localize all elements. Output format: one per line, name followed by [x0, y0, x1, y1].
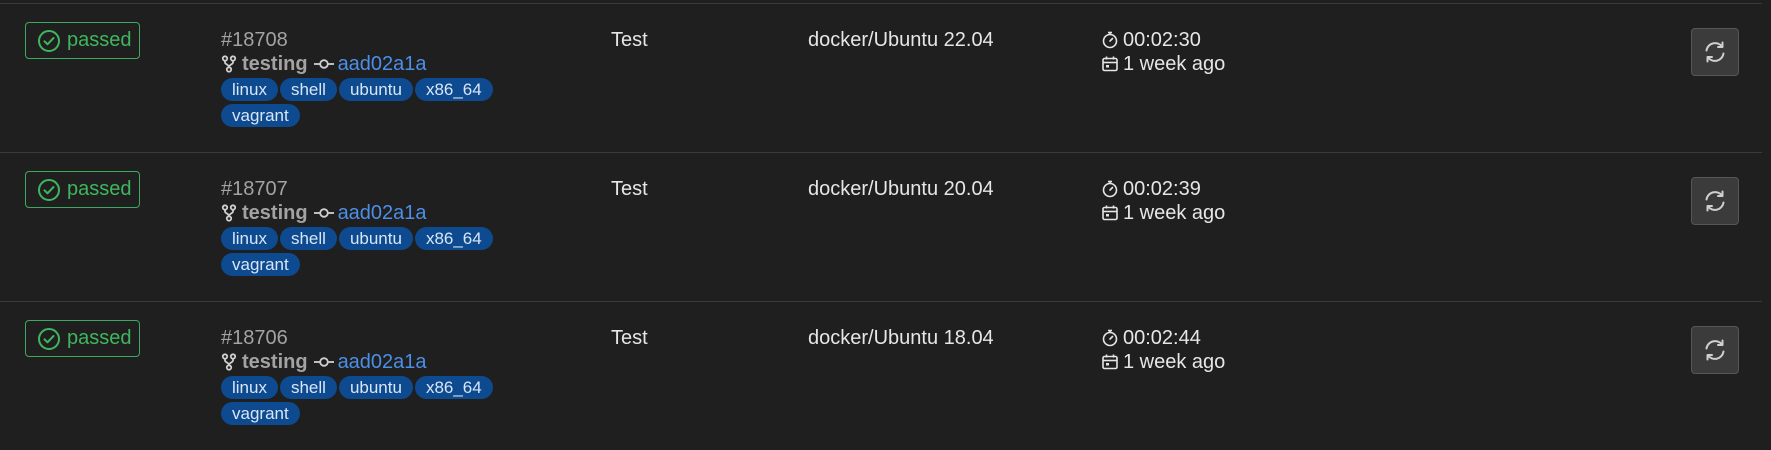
- commit-icon: [313, 59, 334, 69]
- timer-icon: [1102, 180, 1118, 198]
- job-info: #18708 testing aad02a1a linux shell ubun…: [221, 28, 581, 127]
- stage-name: Test: [611, 178, 648, 200]
- tag-list: linux shell ubuntu x86_64 vagrant: [221, 78, 511, 127]
- branch-link[interactable]: testing: [242, 201, 308, 225]
- job-name: docker/Ubuntu 22.04: [808, 29, 994, 51]
- calendar-icon: [1102, 205, 1118, 221]
- duration-value: 00:02:44: [1123, 327, 1201, 349]
- job-name: docker/Ubuntu 18.04: [808, 327, 994, 349]
- retry-button[interactable]: [1691, 28, 1739, 76]
- table-row: passed #18707 testing aad02a1a linux she…: [0, 153, 1762, 302]
- tag-badge: ubuntu: [338, 78, 413, 101]
- branch-icon: [221, 204, 237, 222]
- tag-badge: shell: [279, 376, 337, 399]
- tag-badge: linux: [221, 78, 278, 101]
- check-circle-icon: [38, 327, 60, 350]
- timing: 00:02:30 1 week ago: [1101, 28, 1225, 76]
- finished-value: 1 week ago: [1123, 351, 1226, 373]
- timing: 00:02:39 1 week ago: [1101, 177, 1225, 225]
- tag-list: linux shell ubuntu x86_64 vagrant: [221, 376, 511, 425]
- status-label: passed: [67, 29, 132, 51]
- tag-badge: x86_64: [414, 227, 493, 250]
- jobs-table: passed #18708 testing aad02a1a linux she…: [0, 4, 1762, 450]
- tag-list: linux shell ubuntu x86_64 vagrant: [221, 227, 511, 276]
- tag-badge: shell: [279, 78, 337, 101]
- timer-icon: [1102, 329, 1118, 347]
- tag-badge: vagrant: [221, 402, 300, 425]
- timing: 00:02:44 1 week ago: [1101, 326, 1225, 374]
- calendar-icon: [1102, 354, 1118, 370]
- table-row: passed #18708 testing aad02a1a linux she…: [0, 4, 1762, 153]
- status-label: passed: [67, 178, 132, 200]
- branch-icon: [221, 55, 237, 73]
- duration: 00:02:44: [1101, 326, 1225, 350]
- finished-value: 1 week ago: [1123, 202, 1226, 224]
- check-circle-icon: [38, 29, 60, 52]
- finished-at: 1 week ago: [1101, 350, 1225, 374]
- duration: 00:02:39: [1101, 177, 1225, 201]
- commit-link[interactable]: aad02a1a: [338, 52, 427, 76]
- calendar-icon: [1102, 56, 1118, 72]
- duration-value: 00:02:30: [1123, 29, 1201, 51]
- finished-at: 1 week ago: [1101, 201, 1225, 225]
- job-id-link[interactable]: #18708: [221, 28, 581, 52]
- status-badge[interactable]: passed: [25, 171, 140, 208]
- tag-badge: ubuntu: [338, 227, 413, 250]
- status-label: passed: [67, 327, 132, 349]
- retry-icon: [1705, 339, 1725, 361]
- retry-icon: [1705, 41, 1725, 63]
- ref-line: testing aad02a1a: [221, 201, 581, 225]
- timer-icon: [1102, 31, 1118, 49]
- commit-icon: [313, 357, 334, 367]
- commit-link[interactable]: aad02a1a: [338, 350, 427, 374]
- finished-at: 1 week ago: [1101, 52, 1225, 76]
- tag-badge: linux: [221, 227, 278, 250]
- tag-badge: x86_64: [414, 376, 493, 399]
- ref-line: testing aad02a1a: [221, 52, 581, 76]
- branch-icon: [221, 353, 237, 371]
- branch-link[interactable]: testing: [242, 52, 308, 76]
- status-badge[interactable]: passed: [25, 22, 140, 59]
- retry-button[interactable]: [1691, 177, 1739, 225]
- duration: 00:02:30: [1101, 28, 1225, 52]
- stage-name: Test: [611, 29, 648, 51]
- status-badge[interactable]: passed: [25, 320, 140, 357]
- tag-badge: vagrant: [221, 104, 300, 127]
- job-name: docker/Ubuntu 20.04: [808, 178, 994, 200]
- tag-badge: ubuntu: [338, 376, 413, 399]
- commit-icon: [313, 208, 334, 218]
- table-row: passed #18706 testing aad02a1a linux she…: [0, 302, 1762, 450]
- duration-value: 00:02:39: [1123, 178, 1201, 200]
- job-info: #18707 testing aad02a1a linux shell ubun…: [221, 177, 581, 276]
- check-circle-icon: [38, 178, 60, 201]
- retry-icon: [1705, 190, 1725, 212]
- job-id-link[interactable]: #18707: [221, 177, 581, 201]
- job-info: #18706 testing aad02a1a linux shell ubun…: [221, 326, 581, 425]
- branch-link[interactable]: testing: [242, 350, 308, 374]
- retry-button[interactable]: [1691, 326, 1739, 374]
- commit-link[interactable]: aad02a1a: [338, 201, 427, 225]
- job-id-link[interactable]: #18706: [221, 326, 581, 350]
- ref-line: testing aad02a1a: [221, 350, 581, 374]
- tag-badge: vagrant: [221, 253, 300, 276]
- finished-value: 1 week ago: [1123, 53, 1226, 75]
- tag-badge: shell: [279, 227, 337, 250]
- tag-badge: x86_64: [414, 78, 493, 101]
- stage-name: Test: [611, 327, 648, 349]
- tag-badge: linux: [221, 376, 278, 399]
